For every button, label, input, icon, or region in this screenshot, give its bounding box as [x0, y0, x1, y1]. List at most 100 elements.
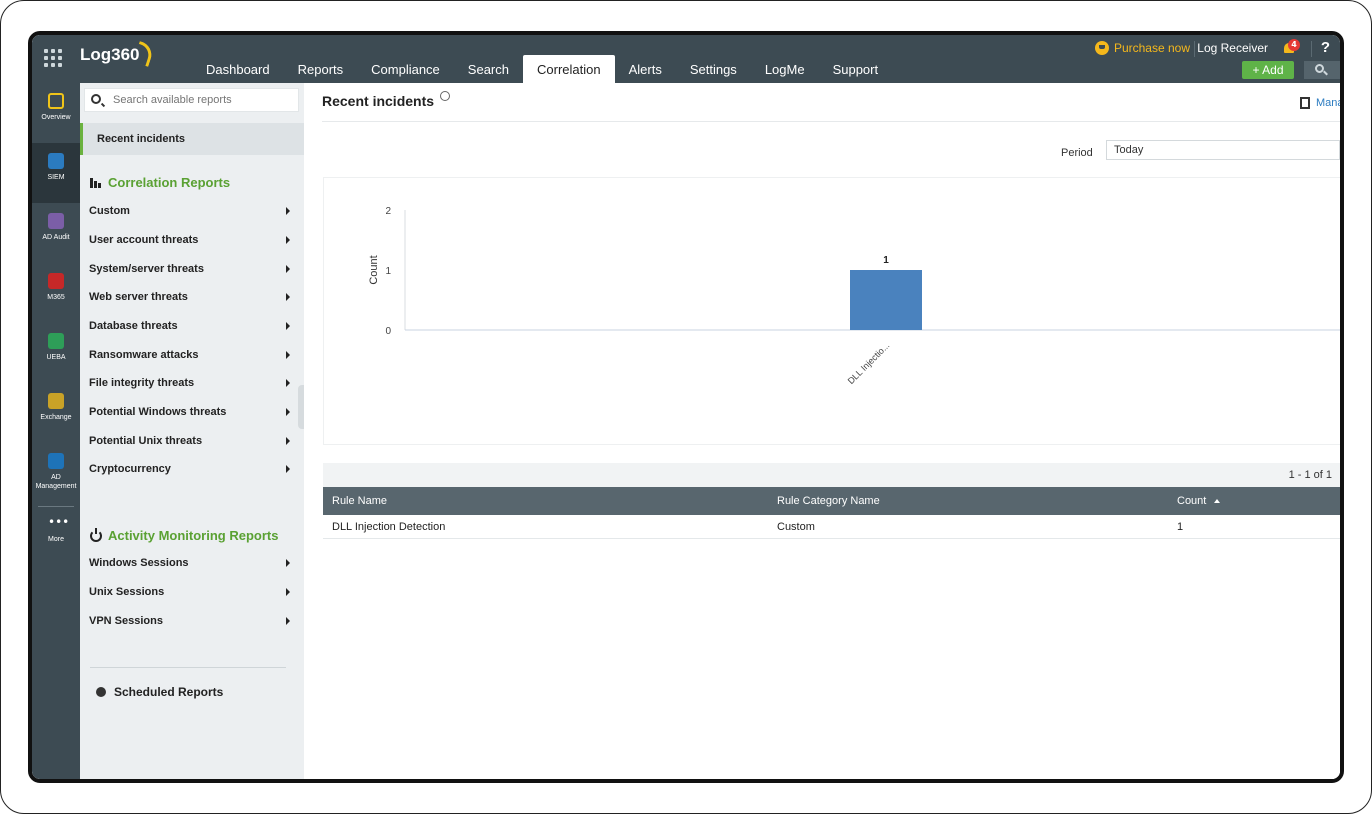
column-header-count[interactable]: Count	[1177, 487, 1221, 515]
rail-item-exchange[interactable]: Exchange	[32, 383, 80, 443]
rail-label: AD Management	[35, 474, 77, 490]
tab-settings[interactable]: Settings	[676, 55, 751, 83]
rail-label: AD Audit	[42, 234, 70, 241]
chevron-right-icon	[286, 588, 290, 596]
divider	[1311, 41, 1312, 57]
rail-item-more[interactable]: ••• More	[32, 511, 80, 571]
incident-chart: 0 1 2 Count 1 DLL Injectio...	[323, 177, 1340, 445]
tab-correlation[interactable]: Correlation	[523, 55, 615, 83]
menu-label: Ransomware attacks	[89, 349, 199, 361]
manage-link[interactable]: Manage	[1300, 97, 1340, 109]
chevron-right-icon	[286, 559, 290, 567]
notification-bell[interactable]: 4	[1282, 39, 1300, 56]
menu-label: Windows Sessions	[89, 557, 189, 569]
rail-item-ad-audit[interactable]: AD Audit	[32, 203, 80, 263]
rail-label: Overview	[41, 114, 71, 121]
audit-search-icon	[48, 213, 64, 229]
scheduled-label: Scheduled Reports	[114, 685, 224, 699]
chevron-right-icon	[286, 379, 290, 387]
rail-item-ad-management[interactable]: AD Management	[32, 443, 80, 505]
table-row[interactable]: DLL Injection Detection Custom 1	[323, 515, 1340, 539]
sidebar-item-system-server-threats[interactable]: System/server threats	[80, 255, 304, 283]
y-axis-label: Count	[368, 255, 380, 284]
logo-text: Log360	[80, 45, 140, 64]
tab-reports[interactable]: Reports	[284, 55, 358, 83]
sidebar-item-custom[interactable]: Custom	[80, 197, 304, 225]
chevron-right-icon	[286, 465, 290, 473]
table-toolbar: 1 - 1 of 1	[323, 463, 1340, 487]
sidebar-divider	[90, 667, 286, 668]
app-grid-icon[interactable]	[44, 49, 62, 67]
menu-label: User account threats	[89, 234, 199, 246]
sidebar-item-vpn-sessions[interactable]: VPN Sessions	[80, 607, 304, 635]
rail-item-m365[interactable]: M365	[32, 263, 80, 323]
pagination-info: 1 - 1 of 1	[1288, 469, 1332, 481]
tab-search[interactable]: Search	[454, 55, 523, 83]
rail-label: Exchange	[40, 414, 72, 421]
period-select[interactable]: Today	[1106, 140, 1340, 160]
log-receiver-link[interactable]: Log Receiver	[1197, 41, 1268, 55]
sidebar-item-unix-sessions[interactable]: Unix Sessions	[80, 578, 304, 606]
alarm-clock-icon	[96, 687, 106, 697]
notification-badge: 4	[1288, 39, 1300, 51]
rail-divider	[38, 506, 74, 507]
menu-label: Custom	[89, 205, 130, 217]
activity-monitoring-title: Activity Monitoring Reports	[90, 527, 278, 543]
bar-chart: 0 1 2 Count 1 DLL Injectio...	[368, 206, 1340, 386]
chevron-right-icon	[286, 617, 290, 625]
chevron-right-icon	[286, 236, 290, 244]
chevron-right-icon	[286, 265, 290, 273]
tab-dashboard[interactable]: Dashboard	[192, 55, 284, 83]
sidebar-item-potential-unix-threats[interactable]: Potential Unix threats	[80, 427, 304, 455]
page-title: Recent incidents	[322, 93, 435, 109]
global-search-button[interactable]	[1304, 61, 1340, 79]
cart-icon	[1094, 41, 1109, 55]
more-dots-icon: •••	[48, 515, 70, 529]
tab-alerts[interactable]: Alerts	[615, 55, 676, 83]
title-divider	[322, 121, 1340, 122]
x-tick-label: DLL Injectio...	[846, 340, 892, 386]
power-icon	[90, 527, 102, 542]
divider	[1194, 41, 1195, 57]
sidebar-item-web-server-threats[interactable]: Web server threats	[80, 283, 304, 311]
cell-rule-category: Custom	[777, 521, 815, 533]
help-button[interactable]: ?	[1321, 39, 1330, 56]
sidebar-item-recent-incidents[interactable]: Recent incidents	[80, 123, 304, 155]
menu-label: Potential Windows threats	[89, 406, 227, 418]
office-icon	[48, 273, 64, 289]
column-header-rule-name[interactable]: Rule Name	[332, 487, 387, 515]
sidebar-item-ransomware-attacks[interactable]: Ransomware attacks	[80, 341, 304, 369]
cell-rule-name[interactable]: DLL Injection Detection	[332, 515, 445, 539]
app-logo[interactable]: Log360	[80, 41, 156, 73]
menu-label: Web server threats	[89, 291, 188, 303]
sidebar-item-cryptocurrency[interactable]: Cryptocurrency	[80, 455, 304, 483]
sidebar-item-file-integrity-threats[interactable]: File integrity threats	[80, 369, 304, 397]
count-header-label: Count	[1177, 495, 1207, 507]
rail-label: SIEM	[47, 174, 65, 181]
sidebar-item-windows-sessions[interactable]: Windows Sessions	[80, 549, 304, 577]
rail-item-siem[interactable]: SIEM	[32, 143, 80, 203]
add-button[interactable]: + Add	[1242, 61, 1294, 79]
chart-bar	[850, 270, 922, 330]
report-search-box	[84, 88, 299, 112]
rail-item-ueba[interactable]: UEBA	[32, 323, 80, 383]
report-search-input[interactable]	[113, 92, 293, 108]
tab-logme[interactable]: LogMe	[751, 55, 819, 83]
sidebar-item-user-account-threats[interactable]: User account threats	[80, 226, 304, 254]
chevron-right-icon	[286, 207, 290, 215]
section-title-text: Correlation Reports	[108, 175, 231, 190]
sidebar-item-potential-windows-threats[interactable]: Potential Windows threats	[80, 398, 304, 426]
column-header-rule-category[interactable]: Rule Category Name	[777, 487, 880, 515]
purchase-now-link[interactable]: Purchase now	[1094, 41, 1190, 55]
sidebar-item-database-threats[interactable]: Database threats	[80, 312, 304, 340]
rail-label: More	[48, 536, 64, 543]
tab-compliance[interactable]: Compliance	[357, 55, 454, 83]
rail-item-overview[interactable]: Overview	[32, 83, 80, 143]
y-tick-label: 2	[385, 206, 391, 217]
chevron-right-icon	[286, 408, 290, 416]
tab-support[interactable]: Support	[819, 55, 893, 83]
period-label: Period	[1061, 147, 1093, 159]
scheduled-reports-link[interactable]: Scheduled Reports	[96, 685, 223, 699]
lightbulb-icon[interactable]	[440, 91, 450, 101]
menu-label: File integrity threats	[89, 377, 195, 389]
